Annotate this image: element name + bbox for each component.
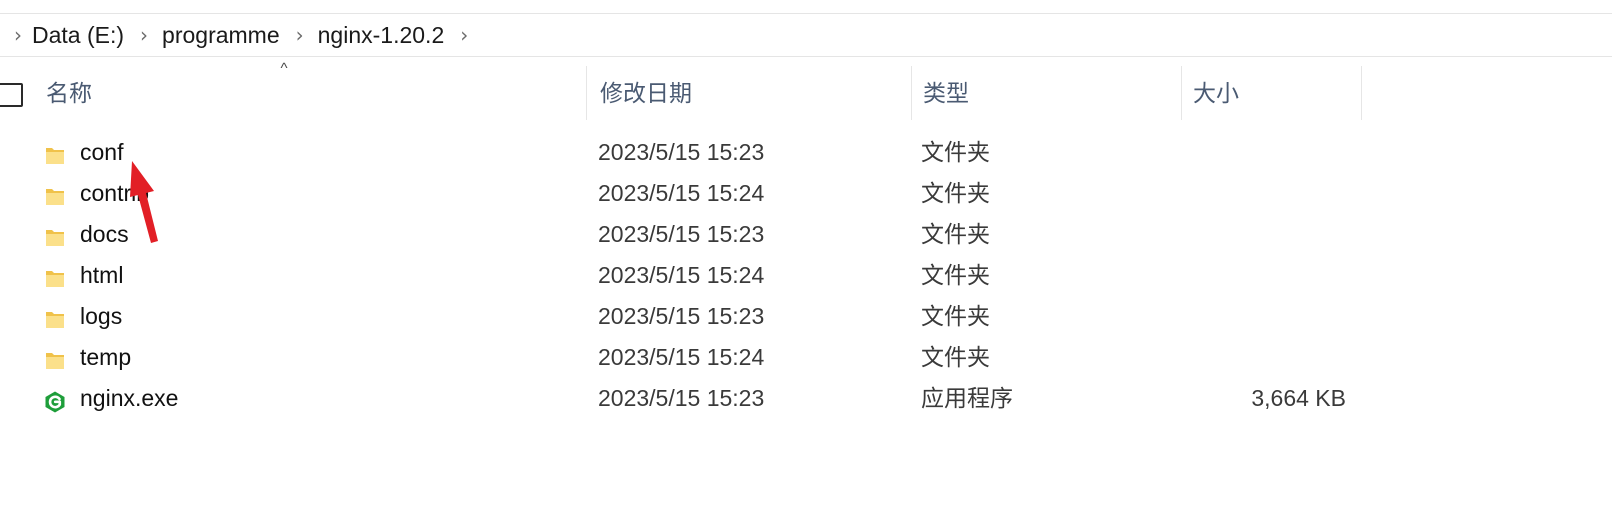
chevron-right-icon[interactable]: ›	[136, 24, 152, 46]
file-date-modified: 2023/5/15 15:24	[598, 344, 765, 370]
column-divider[interactable]	[1361, 66, 1362, 120]
file-date-modified: 2023/5/15 15:24	[598, 180, 765, 206]
file-name: conf	[80, 139, 124, 165]
chevron-right-icon[interactable]: ›	[456, 24, 472, 46]
file-date-modified: 2023/5/15 15:24	[598, 262, 765, 288]
folder-icon	[43, 140, 67, 164]
list-item[interactable]: temp 2023/5/15 15:24 文件夹	[0, 337, 1350, 378]
folder-icon	[43, 222, 67, 246]
file-date-modified: 2023/5/15 15:23	[598, 385, 765, 411]
file-date-modified: 2023/5/15 15:23	[598, 303, 765, 329]
folder-icon	[43, 181, 67, 205]
select-all-checkbox[interactable]	[0, 83, 23, 107]
column-header-name[interactable]: 名称	[34, 66, 590, 120]
chevron-right-icon[interactable]: ›	[292, 24, 308, 46]
breadcrumb-item-programme[interactable]: programme	[156, 14, 286, 57]
file-type: 文件夹	[921, 344, 990, 370]
file-name: html	[80, 262, 124, 288]
list-item[interactable]: conf 2023/5/15 15:23 文件夹	[0, 132, 1350, 173]
column-header-row: ^ 名称 修改日期 类型 大小	[0, 61, 1612, 120]
list-item[interactable]: contrib 2023/5/15 15:24 文件夹	[0, 173, 1350, 214]
address-bar[interactable]: › Data (E:) › programme › nginx-1.20.2 ›	[0, 14, 1612, 57]
column-header-date-modified[interactable]: 修改日期	[588, 66, 910, 120]
file-type: 文件夹	[921, 221, 990, 247]
nginx-app-icon	[43, 386, 67, 413]
file-type: 文件夹	[921, 303, 990, 329]
file-type: 文件夹	[921, 180, 990, 206]
chevron-right-icon[interactable]: ›	[10, 24, 26, 46]
annotation-arrow-icon	[130, 161, 158, 243]
breadcrumb-item-nginx[interactable]: nginx-1.20.2	[312, 14, 451, 57]
list-item[interactable]: nginx.exe 2023/5/15 15:23 应用程序 3,664 KB	[0, 378, 1350, 419]
list-item[interactable]: logs 2023/5/15 15:23 文件夹	[0, 296, 1350, 337]
column-header-size[interactable]: 大小	[1181, 66, 1361, 120]
window-top-strip	[0, 0, 1612, 14]
column-divider[interactable]	[586, 66, 587, 120]
file-type: 应用程序	[921, 385, 1013, 411]
file-size: 3,664 KB	[1251, 385, 1346, 411]
file-date-modified: 2023/5/15 15:23	[598, 139, 765, 165]
folder-icon	[43, 304, 67, 328]
file-type: 文件夹	[921, 262, 990, 288]
file-date-modified: 2023/5/15 15:23	[598, 221, 765, 247]
file-name: logs	[80, 303, 123, 329]
list-item[interactable]: html 2023/5/15 15:24 文件夹	[0, 255, 1350, 296]
file-name: temp	[80, 344, 132, 370]
file-name: nginx.exe	[80, 385, 179, 411]
folder-icon	[43, 263, 67, 287]
list-item[interactable]: docs 2023/5/15 15:23 文件夹	[0, 214, 1350, 255]
file-type: 文件夹	[921, 139, 990, 165]
column-header-type[interactable]: 类型	[911, 66, 1181, 120]
folder-icon	[43, 345, 67, 369]
breadcrumb-item-data-drive[interactable]: Data (E:)	[26, 14, 130, 57]
